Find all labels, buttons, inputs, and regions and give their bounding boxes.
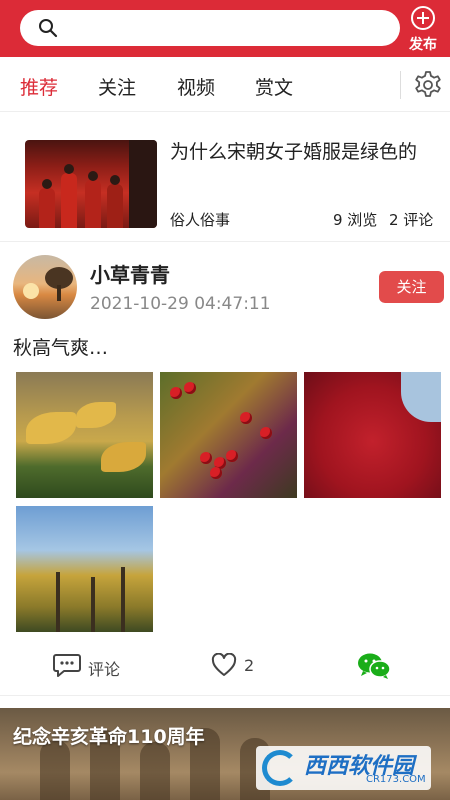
avatar[interactable] <box>13 255 77 319</box>
watermark-logo-icon <box>262 750 298 786</box>
add-circle-icon <box>411 6 435 30</box>
post-card: 小草青青 2021-10-29 04:47:11 关注 秋高气爽… 评论 2 <box>0 242 450 696</box>
post-text: 秋高气爽… <box>13 337 109 359</box>
tab-recommend[interactable]: 推荐 <box>20 73 58 100</box>
comment-icon[interactable] <box>53 652 81 678</box>
post-timestamp: 2021-10-29 04:47:11 <box>90 294 271 314</box>
comment-label[interactable]: 评论 <box>88 656 120 680</box>
publish-button[interactable]: 发布 <box>406 6 440 54</box>
watermark-url: CR173.COM <box>366 774 426 785</box>
post-actions: 评论 2 <box>0 647 450 687</box>
banner-title: 纪念辛亥革命110周年 <box>13 726 205 748</box>
tab-following[interactable]: 关注 <box>98 73 136 100</box>
follow-button[interactable]: 关注 <box>379 271 444 303</box>
article-title: 为什么宋朝女子婚服是绿色的 <box>170 141 418 163</box>
post-photo-1[interactable] <box>16 372 153 498</box>
search-icon <box>39 19 58 38</box>
post-photo-2[interactable] <box>160 372 297 498</box>
banner-card[interactable]: 纪念辛亥革命110周年 西西软件园 CR173.COM <box>0 708 450 800</box>
post-photo-4[interactable] <box>16 506 153 632</box>
top-bar: 发布 <box>0 0 450 57</box>
wechat-icon[interactable] <box>357 652 391 680</box>
article-thumbnail <box>25 140 157 228</box>
tab-bar: 推荐 关注 视频 赏文 <box>0 57 450 112</box>
search-input[interactable] <box>20 10 400 46</box>
tab-divider <box>400 71 401 99</box>
article-source: 俗人俗事 <box>170 211 231 229</box>
tab-video[interactable]: 视频 <box>177 73 215 100</box>
heart-icon[interactable] <box>211 653 237 677</box>
post-photo-3[interactable] <box>304 372 441 498</box>
article-card[interactable]: 为什么宋朝女子婚服是绿色的 俗人俗事 9 浏览 2 评论 <box>0 112 450 242</box>
like-count: 2 <box>244 656 255 675</box>
article-views: 9 浏览 <box>333 211 378 229</box>
settings-gear-icon[interactable] <box>413 70 443 100</box>
username[interactable]: 小草青青 <box>90 259 170 288</box>
publish-label: 发布 <box>409 37 437 53</box>
article-comments: 2 评论 <box>389 211 434 229</box>
site-watermark: 西西软件园 CR173.COM <box>256 746 431 790</box>
tab-appreciation[interactable]: 赏文 <box>255 73 293 100</box>
